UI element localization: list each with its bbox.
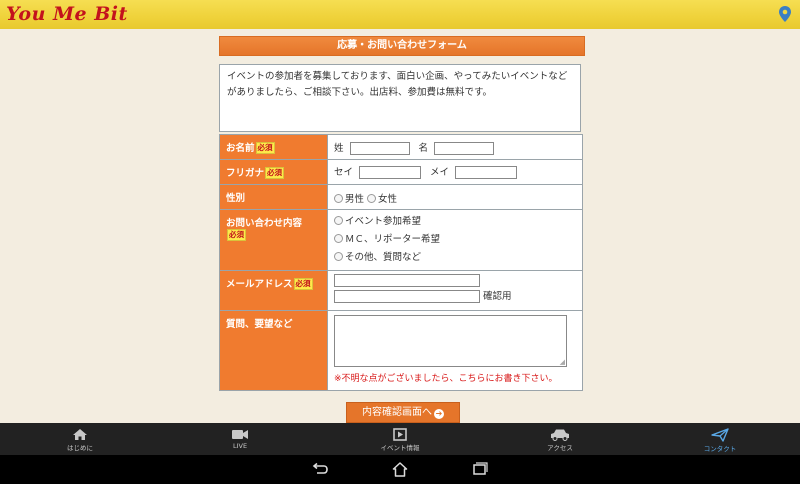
gender-female-radio[interactable]: 女性: [367, 194, 397, 205]
recents-icon[interactable]: [472, 462, 488, 476]
map-pin-icon[interactable]: [778, 5, 792, 23]
nav-live-label: LIVE: [232, 442, 248, 450]
nav-events[interactable]: イベント情報: [320, 423, 480, 455]
bottom-navigation: はじめに LIVE イベント情報 アクセス コンタクト: [0, 423, 800, 455]
back-icon[interactable]: [311, 462, 329, 476]
resize-handle-icon[interactable]: ◢: [560, 358, 565, 366]
mei-label: 名: [418, 143, 429, 154]
furigana-last-input[interactable]: [359, 166, 422, 179]
car-icon: [551, 429, 569, 441]
contact-form-table: お名前 必須 姓 名 フリガナ 必須 セイ メイ 性別 男性 女性 お問い合わせ内容…: [219, 134, 583, 391]
last-name-input[interactable]: [349, 142, 410, 155]
sei-label: 姓: [334, 143, 344, 154]
inquiry-option-event[interactable]: イベント参加希望: [334, 213, 576, 231]
first-name-input[interactable]: [434, 142, 495, 155]
system-navigation-bar: [0, 455, 800, 484]
app-logo[interactable]: You Me Bit: [6, 3, 128, 25]
gender-label: 性別: [219, 184, 328, 210]
inquiry-option-mc[interactable]: ＭＣ、リポーター希望: [334, 231, 576, 249]
email-confirm-input[interactable]: [334, 290, 480, 303]
nav-contact[interactable]: コンタクト: [640, 423, 800, 455]
name-label: お名前 必須: [219, 134, 328, 160]
furigana-mei-label: メイ: [430, 167, 450, 178]
email-confirm-label: 確認用: [483, 291, 512, 302]
nav-home-label: はじめに: [67, 444, 93, 452]
paper-plane-icon: [711, 428, 729, 442]
video-camera-icon: [232, 430, 248, 439]
confirm-button[interactable]: 内容確認画面へ ➔: [346, 402, 460, 423]
email-input[interactable]: [334, 274, 480, 287]
required-badge: 必須: [265, 167, 285, 179]
required-badge: 必須: [255, 142, 275, 154]
inquiry-label: お問い合わせ内容必須: [219, 209, 328, 271]
required-badge: 必須: [293, 278, 313, 290]
nav-events-label: イベント情報: [380, 444, 420, 452]
email-label: メールアドレス 必須: [219, 270, 328, 311]
home-button-icon[interactable]: [392, 462, 408, 477]
form-intro: イベントの参加者を募集しております、面白い企画、やってみたいイベントなどがありま…: [219, 64, 581, 132]
furigana-sei-label: セイ: [334, 167, 354, 178]
form-title: 応募・お問い合わせフォーム: [219, 36, 585, 56]
questions-textarea[interactable]: ◢: [334, 315, 567, 367]
furigana-first-input[interactable]: [455, 166, 518, 179]
nav-live[interactable]: LIVE: [160, 423, 320, 455]
arrow-right-icon: ➔: [434, 409, 444, 419]
home-icon: [73, 429, 87, 440]
questions-note: ※不明な点がございましたら、こちらにお書き下さい。: [334, 374, 558, 384]
nav-access[interactable]: アクセス: [480, 423, 640, 455]
inquiry-option-other[interactable]: その他、質問など: [334, 249, 576, 267]
app-header: You Me Bit: [0, 0, 800, 29]
required-badge: 必須: [227, 229, 246, 241]
questions-label: 質問、要望など: [219, 310, 328, 391]
furigana-label: フリガナ 必須: [219, 159, 328, 185]
nav-home[interactable]: はじめに: [0, 423, 160, 455]
nav-access-label: アクセス: [547, 444, 573, 452]
gender-male-radio[interactable]: 男性: [334, 194, 364, 205]
play-box-icon: [393, 428, 407, 441]
nav-contact-label: コンタクト: [703, 445, 737, 453]
